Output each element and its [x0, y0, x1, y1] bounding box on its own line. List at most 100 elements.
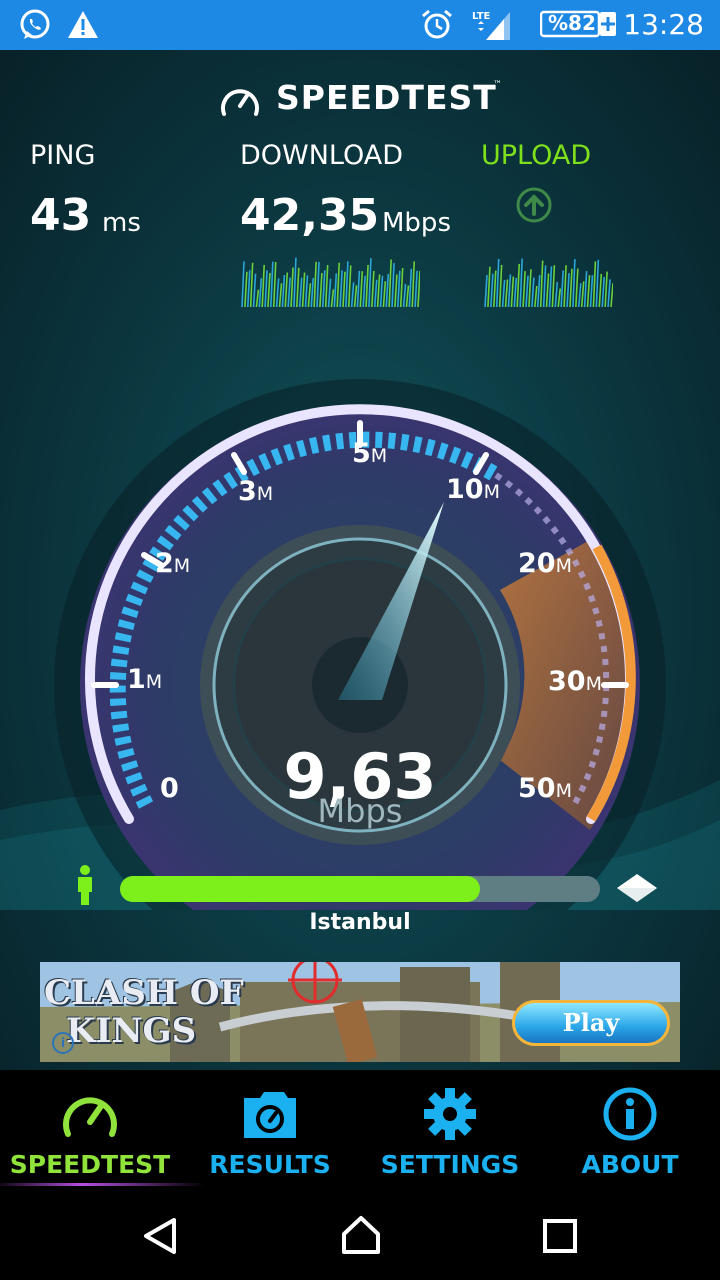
tab-settings-label: SETTINGS [380, 1150, 520, 1179]
app-title: SPEEDTEST [276, 78, 497, 117]
graph-bar [498, 264, 503, 307]
status-bar: LTE %82 13:28 [0, 0, 720, 50]
ping-value: 43 [30, 190, 92, 241]
ping-unit: ms [102, 208, 141, 238]
graph-bar [557, 288, 562, 307]
graph-bar [414, 270, 418, 307]
graph-bar [592, 261, 597, 307]
graph-bar [402, 283, 407, 307]
graph-bar [321, 270, 326, 307]
graph-bar [284, 272, 289, 307]
graph-bar [405, 285, 410, 307]
graph-bar [519, 258, 523, 307]
graph-bar [531, 277, 535, 307]
graph-bar [569, 268, 573, 307]
graph-bar [513, 277, 518, 307]
whatsapp-icon [20, 9, 50, 39]
upload-label: UPLOAD [481, 140, 592, 171]
graph-bar [255, 289, 260, 307]
graph-bar [580, 281, 585, 307]
tab-speedtest-label: SPEEDTEST [9, 1150, 171, 1179]
ad-play-button[interactable]: Play [512, 1000, 670, 1046]
graph-bar [327, 278, 332, 307]
graph-bar [551, 265, 556, 307]
graph-bar [510, 276, 515, 307]
tab-speedtest[interactable]: SPEEDTEST [0, 1070, 180, 1188]
graph-bar [373, 279, 378, 307]
recents-icon[interactable] [542, 1218, 578, 1254]
graph-bar [324, 265, 329, 307]
graph-bar [319, 272, 323, 307]
ad-info-icon[interactable]: i [52, 1032, 74, 1054]
lte-signal-icon: LTE [472, 11, 510, 40]
graph-bar [598, 273, 603, 307]
upload-graph [484, 258, 613, 307]
svg-text:LTE: LTE [472, 11, 491, 22]
graph-bar [516, 263, 521, 307]
graph-bar [347, 265, 352, 307]
graph-bar [604, 271, 608, 307]
graph-bar [610, 283, 613, 307]
tab-results[interactable]: RESULTS [180, 1070, 360, 1188]
tab-about-label: ABOUT [581, 1150, 679, 1179]
graph-bar [507, 274, 512, 307]
graph-bar [417, 270, 420, 307]
graph-bar [385, 274, 390, 307]
graph-bar [241, 261, 245, 307]
graph-bar [371, 270, 375, 307]
server-location: Istanbul [309, 910, 411, 935]
tab-settings[interactable]: SETTINGS [360, 1070, 540, 1188]
graph-bar [589, 275, 594, 307]
home-icon[interactable] [340, 1214, 382, 1256]
graph-bar [287, 277, 291, 307]
graph-bar [595, 259, 600, 307]
graph-bar [278, 283, 283, 307]
ad-banner[interactable]: CLASH OF KINGS i Play [40, 962, 680, 1062]
graph-bar [399, 268, 404, 307]
graph-bar [270, 261, 274, 307]
graph-bar [586, 275, 591, 307]
graph-bar [388, 259, 392, 307]
graph-bar [304, 275, 309, 307]
graph-bar [342, 271, 346, 307]
graph-bar [525, 275, 529, 307]
download-graph [241, 257, 420, 307]
tab-about[interactable]: ABOUT [540, 1070, 720, 1188]
graph-bar [365, 264, 369, 307]
trademark: ™ [493, 80, 502, 90]
graph-bar [542, 265, 547, 307]
graph-bar [492, 270, 497, 307]
graph-bar [272, 262, 277, 307]
ad-brand-line1: CLASH OF [44, 973, 244, 1013]
ad-brand-line2: KINGS [66, 1011, 197, 1051]
graph-bar [376, 274, 381, 307]
graph-bar [353, 285, 358, 307]
graph-bar [313, 261, 317, 307]
graph-bar [554, 281, 559, 307]
graph-bar [281, 274, 286, 307]
current-speed-unit: Mbps [317, 792, 403, 830]
graph-bar [339, 270, 343, 307]
graph-bar [275, 278, 280, 307]
graph-bar [264, 270, 268, 307]
graph-bar [333, 273, 338, 307]
warning-icon [68, 11, 98, 38]
speedtest-logo-icon [221, 89, 259, 116]
upload-arrow-icon [516, 187, 552, 223]
graph-bar [607, 279, 611, 307]
graph-bar [577, 283, 582, 307]
graph-bar [563, 265, 567, 307]
graph-bar [316, 261, 320, 307]
folder-icon [244, 1092, 296, 1138]
graph-bar [583, 271, 588, 307]
back-icon[interactable] [140, 1216, 180, 1256]
graph-bar [244, 271, 248, 307]
graph-bar [501, 279, 506, 307]
graph-bar [397, 270, 401, 307]
download-label: DOWNLOAD [240, 140, 404, 171]
graph-bar [548, 266, 553, 307]
graph-bar [252, 273, 257, 307]
graph-bar [290, 267, 294, 307]
graph-bar [601, 276, 606, 307]
graph-bar [534, 285, 538, 307]
